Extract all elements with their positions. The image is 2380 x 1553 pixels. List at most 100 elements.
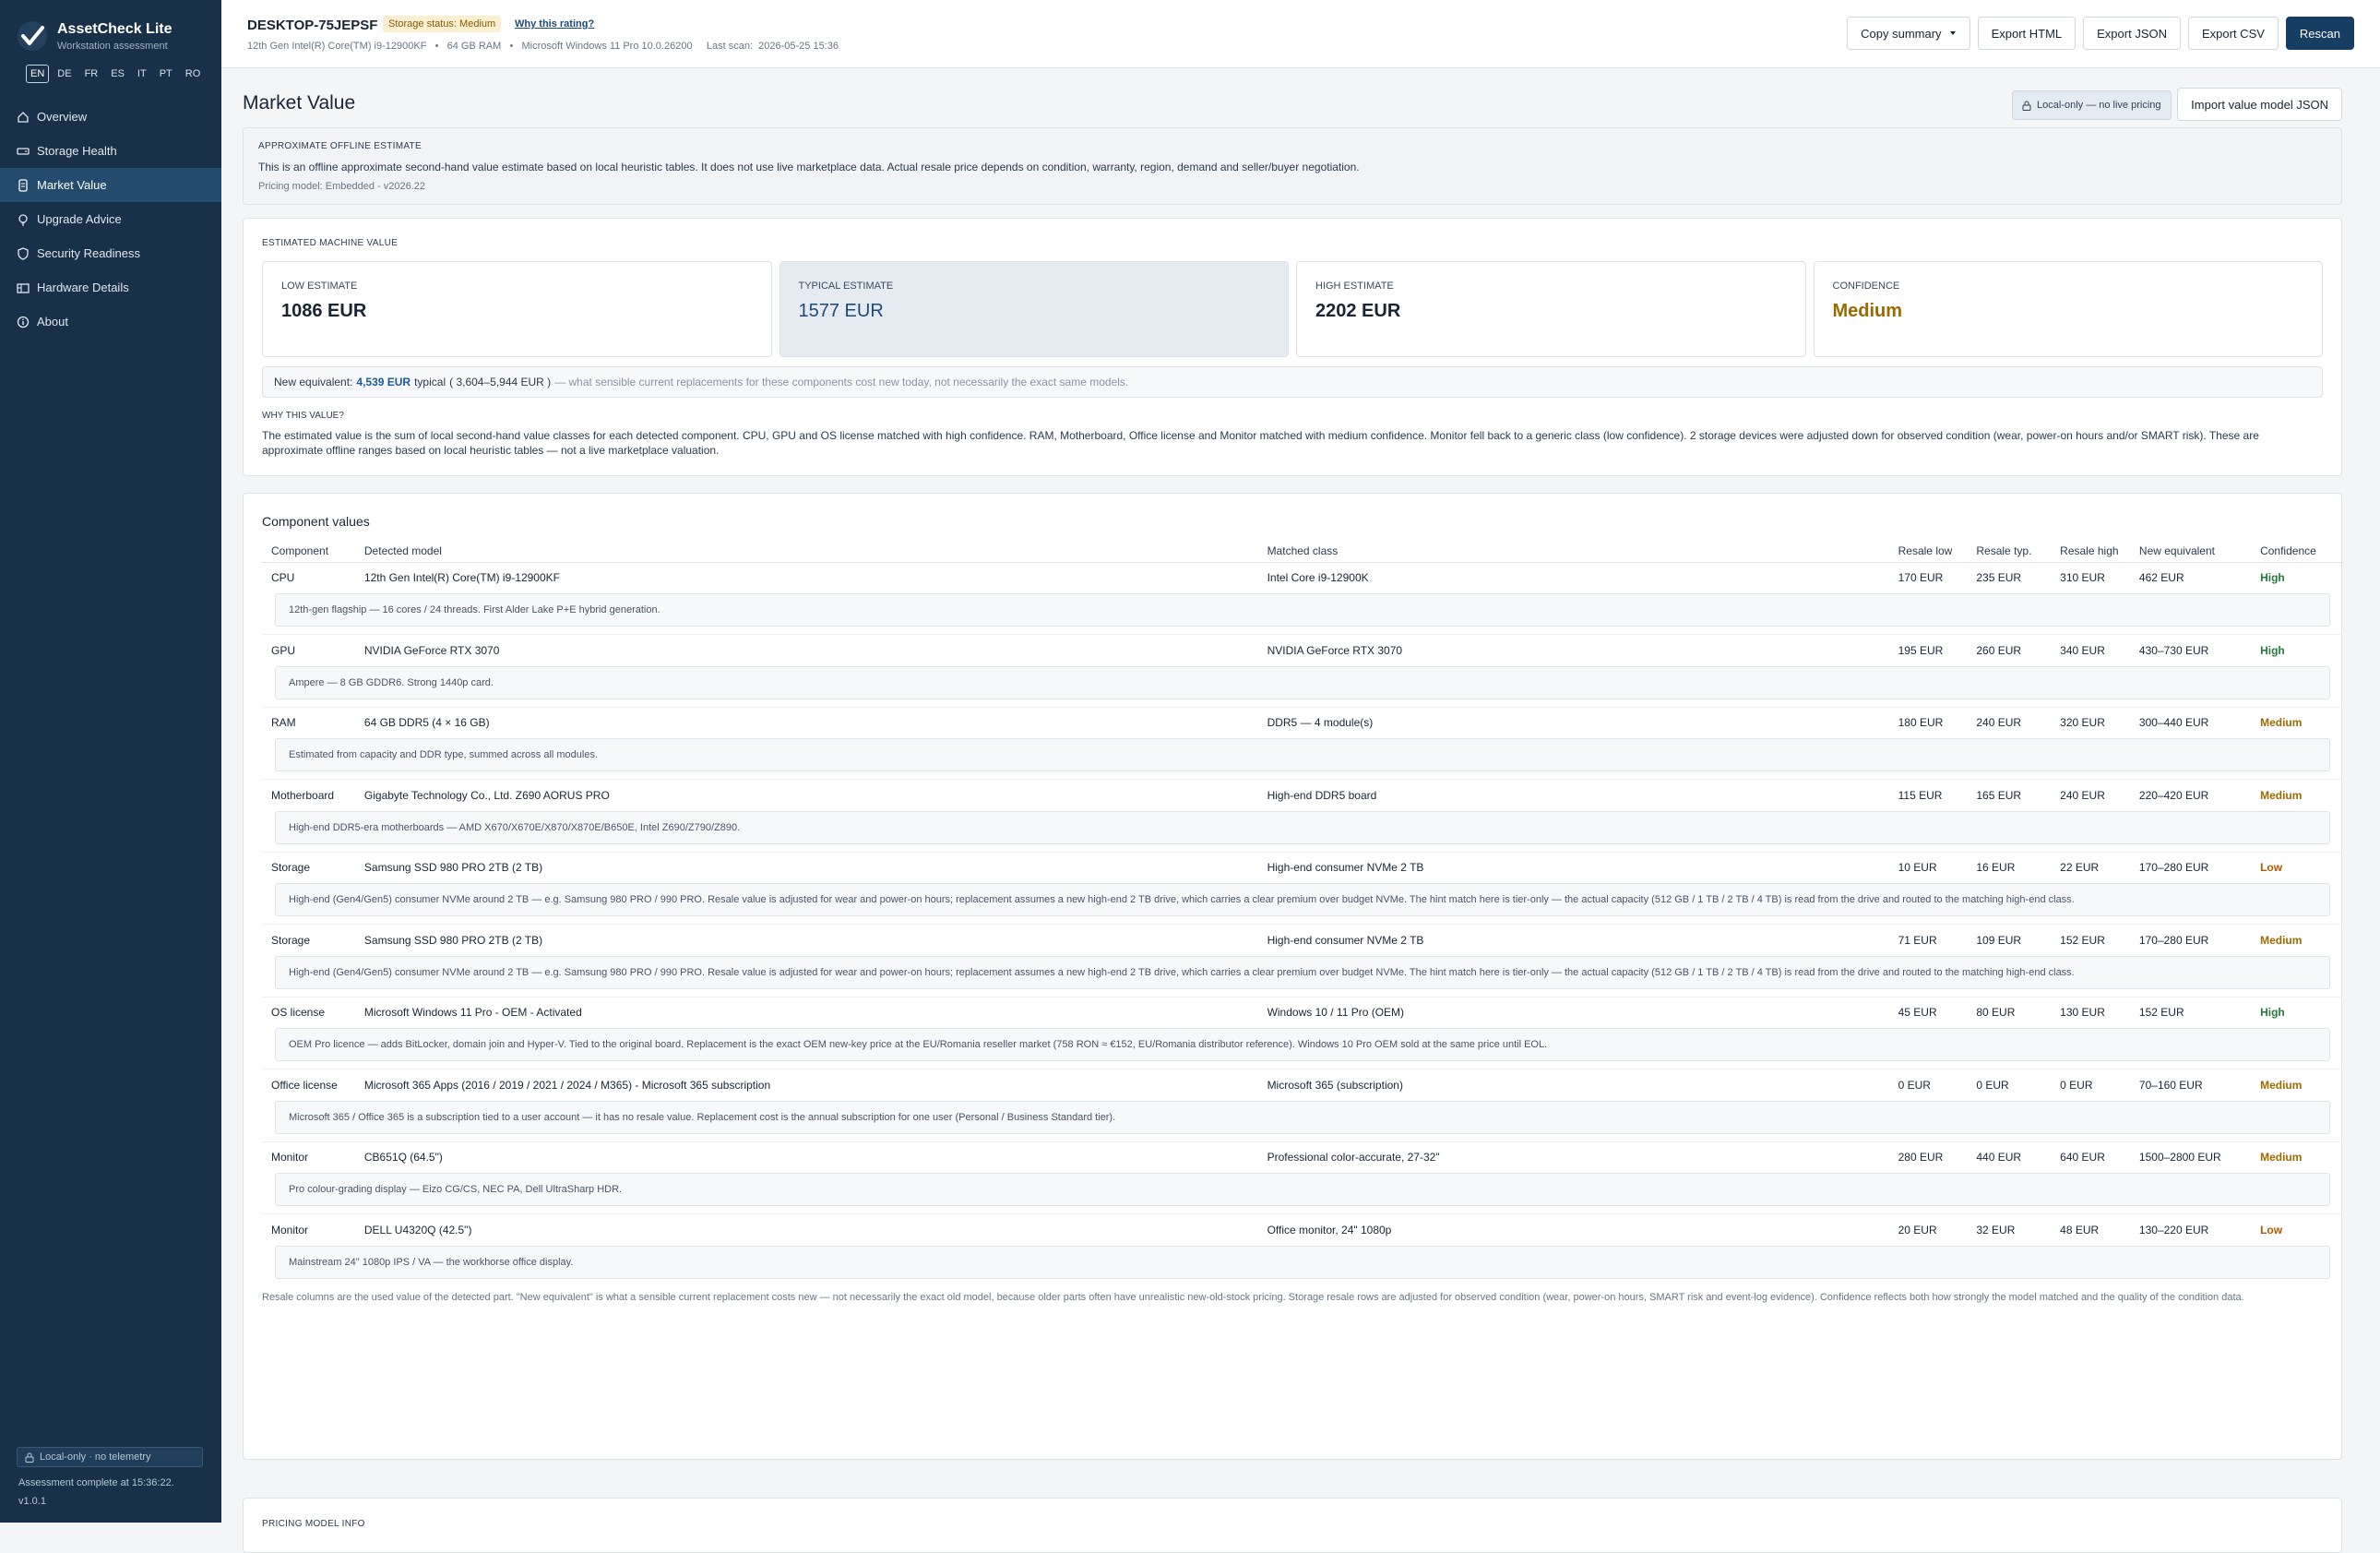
assessment-status: Assessment complete at 15:36:22. [18,1477,174,1488]
telemetry-badge-label: Local-only · no telemetry [40,1451,151,1463]
cell-typ: 16 EUR [1967,851,2052,883]
cell-high: 340 EUR [2051,634,2130,666]
sidebar-item-label: Hardware Details [37,281,129,294]
lightbulb-icon [18,213,28,226]
table-row-note: Ampere — 8 GB GDDR6. Strong 1440p card. [262,665,2343,708]
lock-icon [25,1452,34,1463]
sidebar-item-market-value[interactable]: Market Value [0,168,221,202]
sidebar-item-label: Storage Health [37,144,117,158]
cell-component: Monitor [262,1213,355,1246]
cell-component: Motherboard [262,779,355,811]
cell-typ: 260 EUR [1967,634,2052,666]
estimated-value-card: ESTIMATED MACHINE VALUE LOW ESTIMATE 108… [243,218,2342,476]
app-subtitle: Workstation assessment [57,40,168,52]
table-row: RAM 64 GB DDR5 (4 × 16 GB) DDR5 — 4 module… [262,706,2343,738]
telemetry-badge: Local-only · no telemetry [17,1447,203,1467]
drive-icon [17,147,30,155]
cell-new: 1500–2800 EUR [2129,1141,2252,1173]
home-icon [18,111,29,123]
lang-en[interactable]: EN [26,65,50,83]
sidebar-item-about[interactable]: About [0,305,221,339]
export-json-button[interactable]: Export JSON [2083,17,2181,50]
component-values-title: Component values [262,514,370,529]
why-rating-link[interactable]: Why this rating? [515,18,594,30]
cell-component: Storage [262,851,355,883]
cell-high: 310 EUR [2051,561,2130,593]
note-cell: High-end DDR5-era motherboards — AMD X67… [262,810,2343,853]
sidebar-item-label: Upgrade Advice [37,212,122,226]
cell-high: 130 EUR [2051,996,2130,1028]
table-row-note: High-end (Gen4/Gen5) consumer NVMe aroun… [262,955,2343,998]
storage-status-badge: Storage status: Medium [383,16,502,32]
cell-conf: High [2251,634,2343,666]
hardware-icon [17,282,30,293]
export-csv-button[interactable]: Export CSV [2188,17,2279,50]
sidebar-item-overview[interactable]: Overview [0,100,221,134]
estimate-tiles: LOW ESTIMATE 1086 EUR TYPICAL ESTIMATE 1… [262,261,2323,357]
lang-ro[interactable]: RO [181,65,206,83]
table-row: Motherboard Gigabyte Technology Co., Ltd.… [262,779,2343,811]
typical-estimate-label: TYPICAL ESTIMATE [798,281,894,292]
import-value-model-button[interactable]: Import value model JSON [2177,88,2342,121]
cell-model: 12th Gen Intel(R) Core(TM) i9-12900KF [354,561,1258,593]
note-cell: Mainstream 24" 1080p IPS / VA — the work… [262,1245,2343,1286]
price-tag-icon [18,178,28,192]
cell-model: Samsung SSD 980 PRO 2TB (2 TB) [354,924,1258,956]
copy-summary-button[interactable]: Copy summary [1847,17,1970,50]
column-header: Matched class [1257,540,1889,563]
sidebar: AssetCheck Lite Workstation assessment E… [0,0,221,1523]
typical-estimate-tile: TYPICAL ESTIMATE 1577 EUR [779,261,1289,357]
cell-high: 240 EUR [2051,779,2130,811]
lang-es[interactable]: ES [106,65,129,83]
high-estimate-value: 2202 EUR [1315,301,1401,321]
cell-typ: 240 EUR [1967,706,2052,738]
rescan-button[interactable]: Rescan [2285,17,2354,50]
component-note: High-end (Gen4/Gen5) consumer NVMe aroun… [275,883,2330,916]
new-equivalent-note: — what sensible current replacements for… [554,376,1129,388]
cell-high: 0 EUR [2051,1069,2130,1101]
low-estimate-label: LOW ESTIMATE [281,281,358,292]
export-html-button[interactable]: Export HTML [1977,17,2077,50]
new-equivalent-range: ( 3,604–5,944 EUR ) [449,376,552,388]
cell-typ: 0 EUR [1967,1069,2052,1101]
sidebar-item-storage-health[interactable]: Storage Health [0,134,221,168]
system-specs: 12th Gen Intel(R) Core(TM) i9-12900KF • … [247,41,839,52]
table-row: GPU NVIDIA GeForce RTX 3070 NVIDIA GeForce… [262,634,2343,666]
lang-pt[interactable]: PT [155,65,177,83]
sidebar-item-security-readiness[interactable]: Security Readiness [0,236,221,270]
estimate-heading: ESTIMATED MACHINE VALUE [262,238,399,248]
low-estimate-value: 1086 EUR [281,301,367,321]
cell-typ: 235 EUR [1967,561,2052,593]
sidebar-item-upgrade-advice[interactable]: Upgrade Advice [0,202,221,236]
note-cell: High-end (Gen4/Gen5) consumer NVMe aroun… [262,955,2343,998]
component-rows: CPU 12th Gen Intel(R) Core(TM) i9-12900KF… [262,561,2343,1286]
lang-de[interactable]: DE [53,65,76,83]
cell-conf: Low [2251,851,2343,883]
lang-fr[interactable]: FR [80,65,103,83]
column-header: Detected model [354,540,1258,563]
high-estimate-label: HIGH ESTIMATE [1315,281,1394,292]
cell-component: Storage [262,924,355,956]
cell-class: High-end consumer NVMe 2 TB [1257,851,1889,883]
table-row-note: 12th-gen flagship — 16 cores / 24 thread… [262,593,2343,635]
lang-it[interactable]: IT [133,65,151,83]
new-equivalent-typical: typical [414,376,446,388]
os-spec: Microsoft Windows 11 Pro 10.0.26200 [521,41,693,52]
cell-typ: 32 EUR [1967,1213,2052,1246]
cell-new: 70–160 EUR [2129,1069,2252,1101]
new-equivalent-value: 4,539 EUR [356,376,411,388]
offline-estimate-notice: APPROXIMATE OFFLINE ESTIMATE This is an … [243,127,2342,205]
cell-typ: 80 EUR [1967,996,2052,1028]
cell-high: 22 EUR [2051,851,2130,883]
sidebar-item-hardware-details[interactable]: Hardware Details [0,270,221,305]
cell-component: CPU [262,561,355,593]
cell-new: 300–440 EUR [2129,706,2252,738]
table-row-note: High-end DDR5-era motherboards — AMD X67… [262,810,2343,853]
table-row: OS license Microsoft Windows 11 Pro - OEM… [262,996,2343,1028]
app-version: v1.0.1 [18,1496,46,1507]
sidebar-item-label: About [37,315,68,329]
last-scan-value: 2026-05-25 15:36 [758,41,839,52]
cell-new: 170–280 EUR [2129,924,2252,956]
cell-conf: Medium [2251,924,2343,956]
new-equivalent-bar: New equivalent: 4,539 EUR typical ( 3,60… [262,366,2323,398]
